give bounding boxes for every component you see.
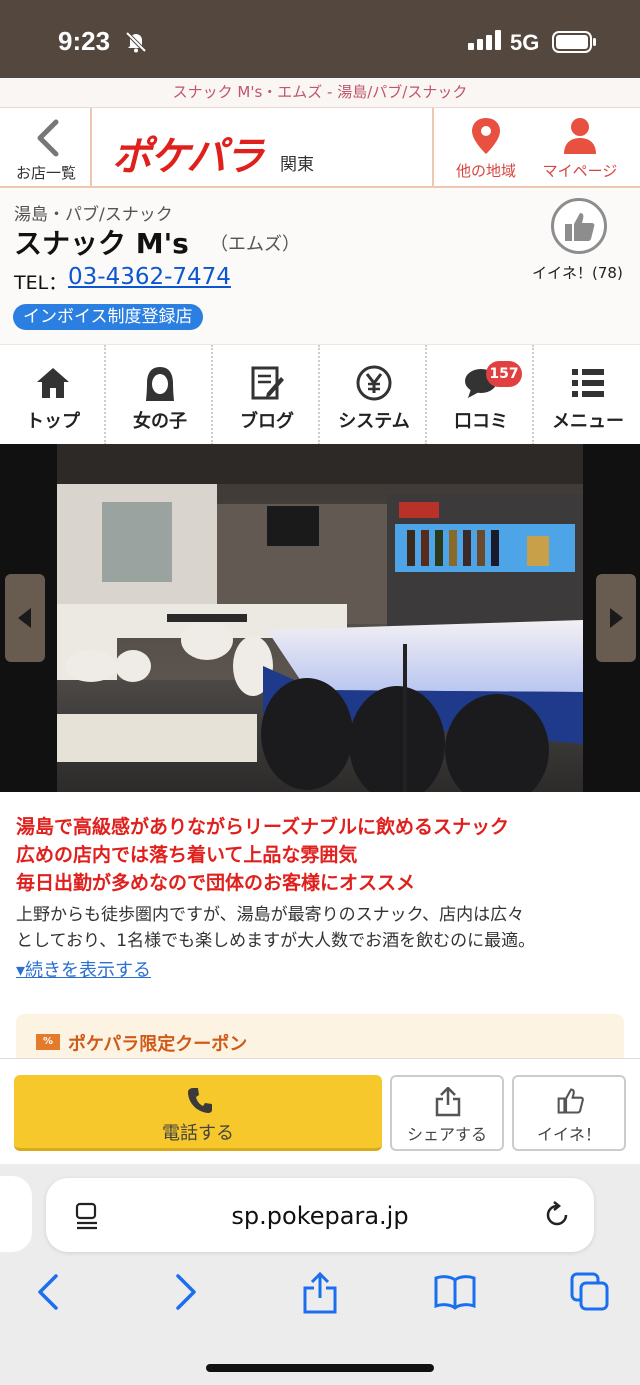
description-text: 上野からも徒歩圏内ですが、湯島が最寄りのスナック、店内は広々 — [16, 905, 525, 925]
catch-line: 毎日出勤が多めなので団体のお客様にオススメ — [16, 872, 416, 894]
forward-icon[interactable] — [172, 1272, 200, 1312]
invoice-badge: インボイス制度登録店 — [13, 304, 203, 330]
url-text: sp.pokepara.jp — [231, 1202, 409, 1230]
address-bar[interactable]: sp.pokepara.jp — [46, 1178, 594, 1252]
tab-menu[interactable]: メニュー — [535, 345, 640, 445]
other-area-button[interactable]: 他の地域 — [432, 108, 536, 186]
user-icon — [564, 118, 596, 154]
bookmarks-icon[interactable] — [434, 1272, 476, 1312]
site-header: お店一覧 ポケパラ 関東 他の地域 マイページ — [0, 108, 640, 188]
battery-icon — [552, 31, 598, 57]
tab-top[interactable]: トップ — [0, 345, 106, 445]
shop-name: スナック M's — [14, 227, 189, 260]
like-count: イイネ！(78) — [532, 264, 623, 282]
tabs-icon[interactable] — [570, 1272, 610, 1312]
mypage-label: マイページ — [542, 162, 618, 180]
tab-system[interactable]: システム — [321, 345, 427, 445]
call-label: 電話する — [162, 1123, 234, 1144]
thumbs-up-icon — [565, 213, 595, 241]
tel-link[interactable]: 03-4362-7474 — [68, 264, 231, 290]
back-icon[interactable] — [34, 1272, 62, 1312]
signal-icon — [468, 30, 502, 54]
tab-menu-label: メニュー — [552, 411, 624, 432]
page-title: スナック M's・エムズ - 湯島/パブ/スナック — [0, 78, 640, 108]
thumbs-up-icon — [557, 1088, 584, 1114]
share-button[interactable]: シェアする — [390, 1075, 504, 1151]
tab-girls-label: 女の子 — [133, 411, 187, 432]
shop-list-button[interactable]: お店一覧 — [0, 108, 92, 186]
shop-info: 湯島・パブ/スナック スナック M's （エムズ） TEL： 03-4362-7… — [0, 188, 640, 344]
review-count-badge: 157 — [486, 361, 522, 387]
blog-icon — [251, 366, 284, 400]
share-icon[interactable] — [302, 1272, 338, 1314]
coupon-section[interactable]: % ポケパラ限定クーポン — [16, 1014, 624, 1058]
description-text: としており、1名様でも楽しめますが大人数でお酒を飲むのに最適。 — [16, 931, 536, 951]
photo-gallery — [0, 444, 640, 792]
mypage-button[interactable]: マイページ — [528, 108, 632, 186]
share-label: シェアする — [406, 1125, 487, 1144]
coupon-title: ポケパラ限定クーポン — [68, 1034, 248, 1055]
like-button[interactable]: イイネ！ — [512, 1075, 626, 1151]
like-shop-button[interactable] — [551, 198, 607, 254]
tab-reviews-label: 口コミ — [454, 411, 508, 432]
status-time: 9:23 — [58, 26, 111, 56]
region-label: 関東 — [280, 155, 314, 175]
shop-description: 湯島で高級感がありながらリーズナブルに飲めるスナック 広めの店内では落ち着いて上… — [0, 792, 640, 1058]
share-icon — [435, 1087, 461, 1117]
shop-name-kana: （エムズ） — [210, 234, 300, 255]
gallery-next-button[interactable] — [596, 574, 636, 662]
action-bar: 電話する シェアする イイネ！ — [0, 1058, 640, 1164]
browser-chrome: sp.pokepara.jp — [0, 1164, 640, 1385]
coupon-icon: % — [36, 1034, 60, 1050]
home-icon — [37, 368, 69, 398]
phone-icon — [188, 1088, 212, 1113]
tab-reviews[interactable]: 157 口コミ — [428, 345, 534, 445]
pokepara-logo[interactable]: ポケパラ — [112, 124, 264, 182]
gallery-prev-button[interactable] — [5, 574, 45, 662]
shop-list-label: お店一覧 — [15, 164, 76, 182]
tab-girls[interactable]: 女の子 — [107, 345, 213, 445]
reload-icon[interactable] — [542, 1200, 572, 1230]
tab-blog[interactable]: ブログ — [214, 345, 320, 445]
bell-muted-icon — [124, 30, 148, 58]
catch-line: 湯島で高級感がありながらリーズナブルに飲めるスナック — [16, 816, 510, 838]
map-pin-icon — [472, 118, 500, 154]
network-type: 5G — [510, 30, 540, 55]
shop-interior-photo — [57, 444, 583, 792]
triangle-right-icon — [610, 608, 623, 628]
tab-system-label: システム — [338, 411, 410, 432]
triangle-left-icon — [18, 608, 31, 628]
call-button[interactable]: 電話する — [14, 1075, 382, 1151]
show-more-link[interactable]: ▾続きを表示する — [16, 956, 151, 982]
tel-label: TEL： — [14, 272, 68, 294]
other-area-label: 他の地域 — [455, 162, 516, 180]
previous-tab-preview[interactable] — [0, 1176, 32, 1252]
like-label: イイネ！ — [536, 1125, 601, 1144]
shop-nav: トップ 女の子 ブログ システム 157 口コミ メニュー — [0, 344, 640, 445]
tab-top-label: トップ — [26, 411, 80, 432]
yen-icon — [356, 365, 392, 401]
tab-blog-label: ブログ — [240, 411, 294, 432]
menu-icon — [572, 369, 604, 397]
home-indicator — [206, 1364, 434, 1372]
girl-icon — [146, 367, 174, 401]
catch-line: 広めの店内では落ち着いて上品な雰囲気 — [16, 844, 358, 866]
chevron-left-icon — [37, 119, 59, 157]
status-bar: 9:23 5G — [0, 0, 640, 78]
